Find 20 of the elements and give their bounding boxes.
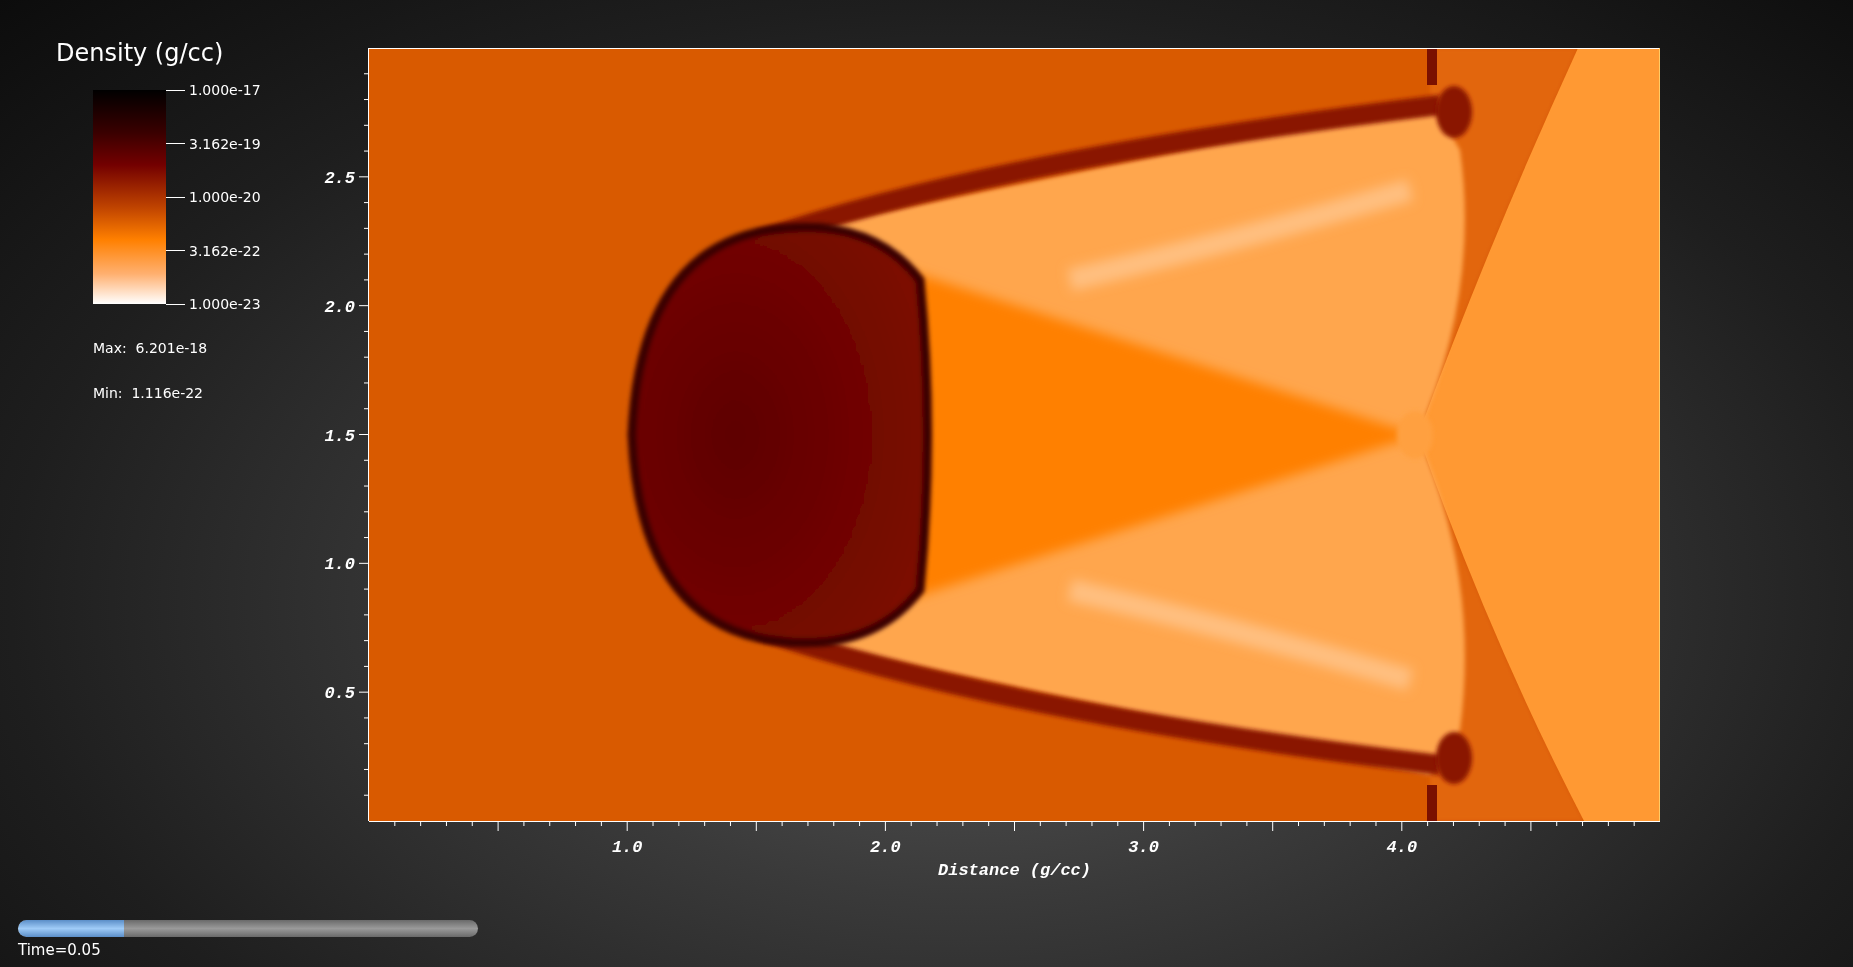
- y-tick-label: 2.0: [324, 297, 355, 317]
- time-label: Time=0.05: [18, 941, 101, 959]
- x-axis-title: Distance (g/cc): [938, 861, 1091, 880]
- colorbar-tick-label: 1.000e-20: [189, 190, 261, 204]
- y-tick-label: 1.0: [324, 555, 355, 575]
- x-tick-label: 1.0: [611, 838, 643, 857]
- time-slider[interactable]: [18, 920, 478, 937]
- max-label: Max: 6.201e-18: [93, 341, 208, 356]
- y-tick-label: 2.5: [324, 168, 355, 188]
- colorbar-tick-label: 1.000e-17: [189, 83, 261, 97]
- y-tick-label: 1.5: [324, 426, 355, 446]
- colorbar-tick-label: 1.000e-23: [189, 297, 261, 311]
- x-tick-label: 2.0: [870, 838, 901, 857]
- x-tick-label: 3.0: [1128, 838, 1159, 857]
- y-tick-label: 0.5: [324, 684, 355, 704]
- min-label: Min: 1.116e-22: [93, 386, 204, 401]
- legend-title: Density (g/cc): [56, 38, 224, 68]
- x-tick-label: 4.0: [1386, 838, 1418, 857]
- colorbar-tick-label: 3.162e-22: [189, 243, 261, 258]
- colorbar-tick-label: 3.162e-19: [189, 136, 261, 151]
